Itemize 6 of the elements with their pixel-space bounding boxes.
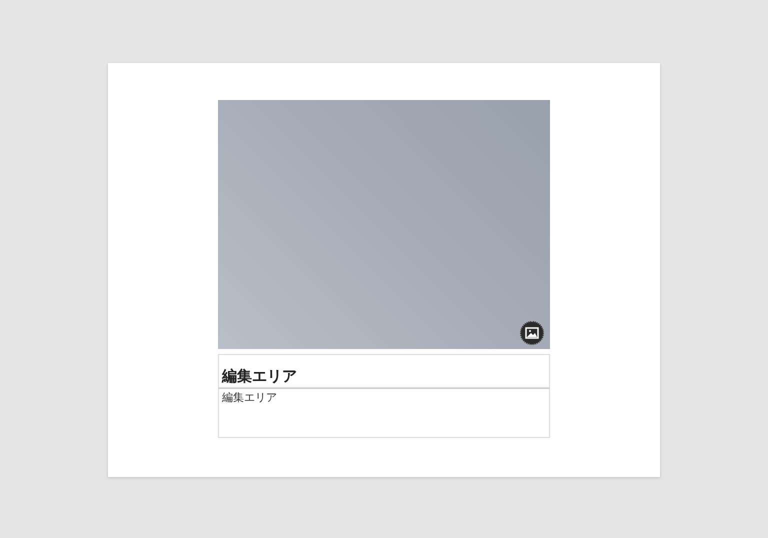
- image-button[interactable]: [520, 321, 544, 345]
- heading-field[interactable]: 編集エリア: [218, 354, 550, 388]
- heading-text: 編集エリア: [222, 367, 297, 386]
- image-icon: [525, 327, 539, 339]
- body-text: 編集エリア: [222, 391, 277, 404]
- body-field[interactable]: 編集エリア: [218, 388, 550, 438]
